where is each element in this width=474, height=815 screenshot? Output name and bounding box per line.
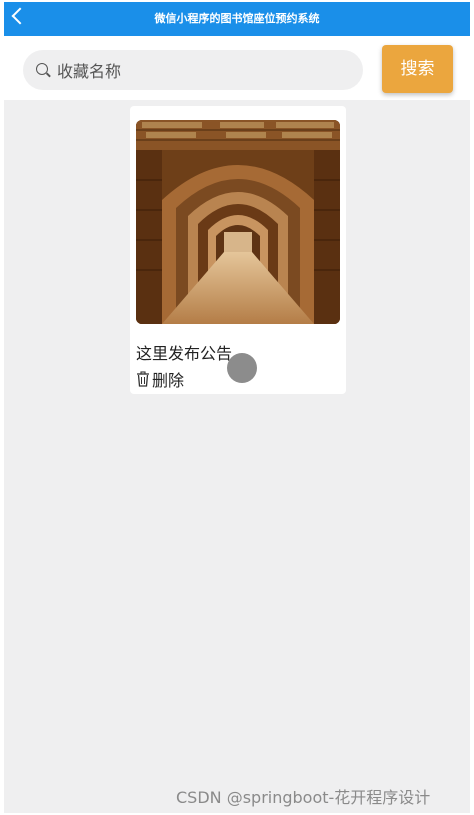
search-input[interactable] (55, 50, 349, 92)
delete-button[interactable]: 删除 (136, 368, 184, 390)
search-bar: 搜索 (4, 36, 470, 100)
search-icon (36, 63, 48, 75)
app-screen: 微信小程序的图书馆座位预约系统 搜索 (4, 2, 470, 813)
search-box[interactable] (23, 50, 363, 92)
page-title: 微信小程序的图书馆座位预约系统 (154, 12, 320, 25)
title-bar: 微信小程序的图书馆座位预约系统 (4, 2, 470, 36)
favorite-card[interactable]: 这里发布公告 删除 (130, 106, 346, 394)
favorite-title[interactable]: 这里发布公告 (136, 340, 232, 364)
library-bookshelves-photo[interactable] (136, 120, 340, 324)
search-button[interactable]: 搜索 (382, 45, 453, 93)
delete-label: 删除 (152, 371, 185, 390)
watermark: CSDN @springboot-花开程序设计 (176, 788, 431, 807)
trash-icon (137, 371, 149, 387)
touch-cursor-indicator (227, 353, 257, 383)
